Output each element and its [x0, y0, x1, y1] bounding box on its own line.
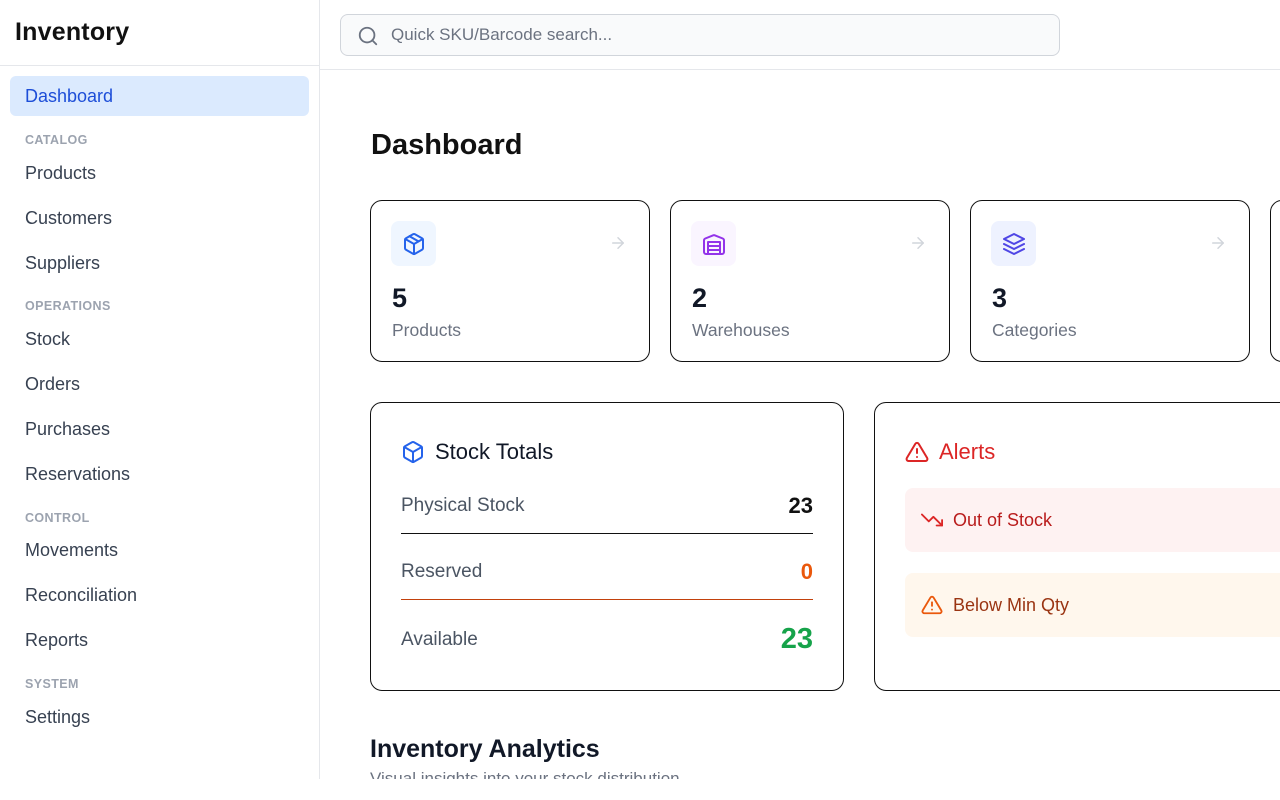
- sidebar-item-orders[interactable]: Orders: [10, 364, 309, 404]
- stat-label: Products: [392, 320, 462, 340]
- alert-label: Below Min Qty: [953, 594, 1070, 615]
- stat-value: 5: [392, 283, 408, 313]
- stat-card-warehouses[interactable]: 2 Warehouses: [670, 200, 950, 362]
- sidebar-section-system: SYSTEM: [25, 677, 79, 691]
- sidebar-item-products[interactable]: Products: [10, 153, 309, 193]
- sidebar-section-operations: OPERATIONS: [25, 299, 111, 313]
- sidebar: Inventory Dashboard CATALOG Products Cus…: [0, 0, 320, 779]
- stat-label: Categories: [992, 320, 1077, 340]
- arrow-right-icon: [1212, 237, 1224, 249]
- alert-label: Out of Stock: [953, 509, 1053, 530]
- layers-icon: [991, 221, 1036, 266]
- stat-label: Warehouses: [692, 320, 790, 340]
- sidebar-item-reconciliation[interactable]: Reconciliation: [10, 575, 309, 615]
- sidebar-item-reports[interactable]: Reports: [10, 620, 309, 660]
- panel-title-text: Alerts: [939, 439, 996, 464]
- stat-value: 2: [692, 283, 708, 313]
- arrow-right-icon: [912, 237, 924, 249]
- analytics-title: Inventory Analytics: [370, 735, 600, 763]
- arrow-right-icon: [612, 237, 624, 249]
- alert-below-min-qty[interactable]: Below Min Qty: [905, 573, 1280, 637]
- alert-out-of-stock[interactable]: Out of Stock: [905, 488, 1280, 552]
- warning-icon: [921, 595, 943, 615]
- app-title: Inventory: [15, 18, 130, 46]
- sidebar-section-control: CONTROL: [25, 511, 90, 525]
- sidebar-item-dashboard[interactable]: Dashboard: [10, 76, 309, 116]
- row-label: Available: [401, 628, 478, 650]
- stock-row-available: Available 23: [401, 623, 813, 656]
- sidebar-item-settings[interactable]: Settings: [10, 697, 309, 737]
- box-icon: [391, 221, 436, 266]
- divider: [401, 599, 813, 600]
- alerts-title: Alerts: [905, 439, 995, 465]
- row-label: Reserved: [401, 561, 483, 582]
- analytics-subtitle: Visual insights into your stock distribu…: [370, 769, 680, 779]
- stat-value: 3: [992, 283, 1008, 313]
- panel-title-text: Stock Totals: [435, 439, 554, 464]
- topbar: [320, 0, 1280, 70]
- stock-row-reserved: Reserved 0: [401, 559, 813, 585]
- alerts-panel: Alerts Out of Stock Below Min Qty: [874, 402, 1280, 691]
- sidebar-item-customers[interactable]: Customers: [10, 198, 309, 238]
- row-label: Physical Stock: [401, 495, 525, 516]
- row-value: 23: [780, 623, 813, 655]
- search-bar: [340, 14, 1060, 56]
- stock-row-physical: Physical Stock 23: [401, 493, 813, 519]
- stat-card-partial[interactable]: [1270, 200, 1280, 362]
- stock-totals-title: Stock Totals: [401, 439, 553, 465]
- divider: [401, 533, 813, 534]
- search-input[interactable]: [391, 15, 1051, 55]
- sidebar-section-catalog: CATALOG: [25, 133, 88, 147]
- box-icon: [403, 441, 423, 464]
- stat-card-categories[interactable]: 3 Categories: [970, 200, 1250, 362]
- sidebar-item-suppliers[interactable]: Suppliers: [10, 243, 309, 283]
- warning-icon: [905, 441, 929, 462]
- sidebar-item-purchases[interactable]: Purchases: [10, 409, 309, 449]
- trending-down-icon: [921, 513, 943, 527]
- sidebar-item-movements[interactable]: Movements: [10, 530, 309, 570]
- brand: Inventory: [0, 0, 319, 66]
- sidebar-item-stock[interactable]: Stock: [10, 319, 309, 359]
- stock-totals-panel: Stock Totals Physical Stock 23 Reserved …: [370, 402, 844, 691]
- warehouse-icon: [691, 221, 736, 266]
- main-content: Dashboard 5 Products 2 Warehouses 3 Cate…: [320, 71, 1280, 779]
- page-title: Dashboard: [371, 129, 523, 161]
- sidebar-item-reservations[interactable]: Reservations: [10, 454, 309, 494]
- stat-card-products[interactable]: 5 Products: [370, 200, 650, 362]
- search-icon: [358, 26, 378, 46]
- row-value: 0: [800, 559, 813, 584]
- row-value: 23: [788, 493, 813, 518]
